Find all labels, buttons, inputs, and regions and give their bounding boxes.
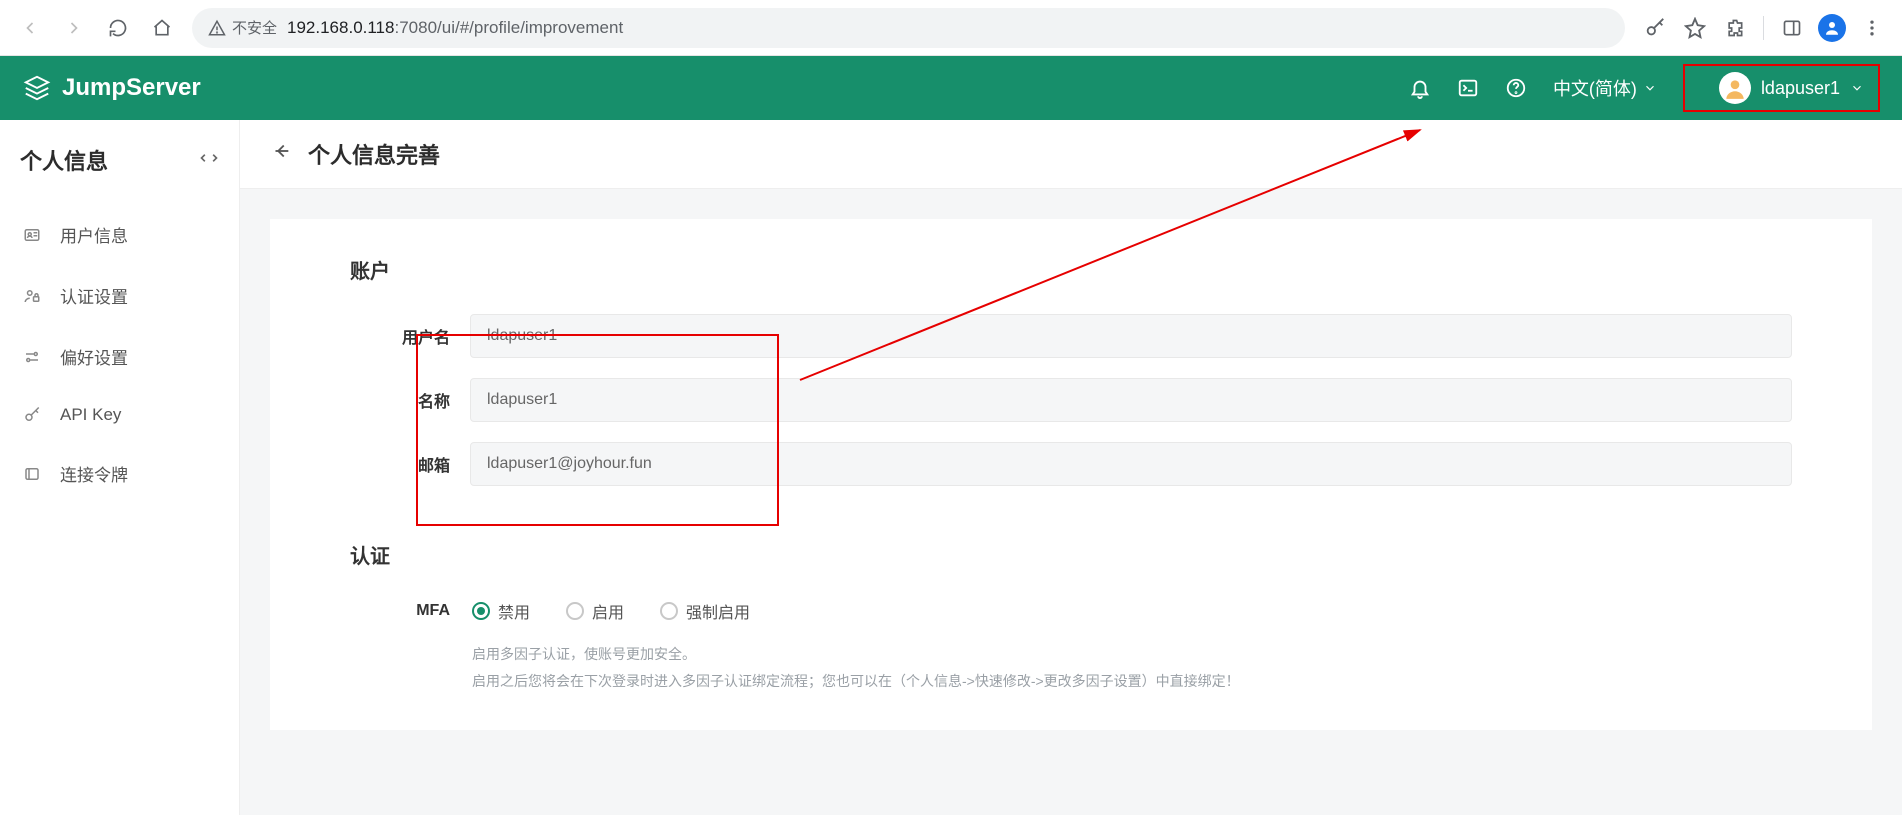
sidebar-item-label: 用户信息 — [60, 222, 128, 247]
app-logo[interactable]: JumpServer — [22, 73, 201, 103]
browser-toolbar: 不安全 192.168.0.118:7080/ui/#/profile/impr… — [0, 0, 1902, 56]
field-label-mfa: MFA — [350, 602, 450, 620]
mfa-radio-group: 禁用 启用 强制启用 — [470, 599, 750, 623]
sidebar-item-api-key[interactable]: API Key — [0, 387, 239, 443]
page-title: 个人信息完善 — [308, 138, 440, 170]
sidebar-toggle-icon[interactable] — [199, 148, 219, 173]
chevron-down-icon — [1850, 81, 1864, 95]
main-content: 个人信息完善 账户 用户名 名称 邮箱 认证 — [240, 120, 1902, 815]
section-account-title: 账户 — [350, 255, 1792, 284]
language-selector[interactable]: 中文(简体) — [1553, 75, 1657, 101]
username-input[interactable] — [470, 314, 1792, 358]
extensions-icon[interactable] — [1717, 10, 1753, 46]
id-card-icon — [22, 225, 42, 245]
name-input[interactable] — [470, 378, 1792, 422]
sidebar-item-user-info[interactable]: 用户信息 — [0, 204, 239, 265]
mfa-option-force[interactable]: 强制启用 — [660, 599, 750, 623]
user-lock-icon — [22, 286, 42, 306]
toolbar-separator — [1763, 16, 1764, 40]
field-label-username: 用户名 — [350, 324, 450, 348]
mfa-hint: 启用多因子认证，使账号更加安全。 启用之后您将会在下次登录时进入多因子认证绑定流… — [350, 641, 1792, 694]
form-panel: 账户 用户名 名称 邮箱 认证 MFA — [270, 219, 1872, 730]
sidebar-title: 个人信息 — [20, 144, 108, 176]
side-panel-icon[interactable] — [1774, 10, 1810, 46]
ticket-icon — [22, 464, 42, 484]
user-menu[interactable]: ldapuser1 — [1711, 68, 1872, 108]
sidebar-item-label: 认证设置 — [60, 283, 128, 308]
sidebar-item-label: 偏好设置 — [60, 344, 128, 369]
browser-home-button[interactable] — [144, 10, 180, 46]
sidebar-item-auth-settings[interactable]: 认证设置 — [0, 265, 239, 326]
notification-bell-icon[interactable] — [1409, 77, 1431, 99]
mfa-option-disable[interactable]: 禁用 — [472, 599, 530, 623]
url-text: 192.168.0.118:7080/ui/#/profile/improvem… — [287, 18, 623, 38]
annotation-highlight-box — [416, 334, 779, 526]
browser-reload-button[interactable] — [100, 10, 136, 46]
key-icon — [22, 405, 42, 425]
logo-icon — [22, 73, 52, 103]
page-header: 个人信息完善 — [240, 120, 1902, 189]
browser-back-button[interactable] — [12, 10, 48, 46]
header-username: ldapuser1 — [1761, 78, 1840, 99]
terminal-icon[interactable] — [1457, 77, 1479, 99]
sidebar: 个人信息 用户信息 认证设置 偏好设置 API Key — [0, 120, 240, 815]
bookmark-star-icon[interactable] — [1677, 10, 1713, 46]
sliders-icon — [22, 347, 42, 367]
back-button[interactable] — [270, 140, 292, 168]
field-label-email: 邮箱 — [350, 452, 450, 476]
password-key-icon[interactable] — [1637, 10, 1673, 46]
browser-url-bar[interactable]: 不安全 192.168.0.118:7080/ui/#/profile/impr… — [192, 8, 1625, 48]
language-label: 中文(简体) — [1553, 75, 1637, 101]
browser-profile-avatar[interactable] — [1814, 10, 1850, 46]
sidebar-item-connect-token[interactable]: 连接令牌 — [0, 443, 239, 504]
insecure-warning: 不安全 — [208, 17, 277, 38]
app-header: JumpServer 中文(简体) ldapuser1 — [0, 56, 1902, 120]
browser-menu-icon[interactable] — [1854, 10, 1890, 46]
sidebar-item-preferences[interactable]: 偏好设置 — [0, 326, 239, 387]
chevron-down-icon — [1643, 81, 1657, 95]
mfa-option-enable[interactable]: 启用 — [566, 599, 624, 623]
help-icon[interactable] — [1505, 77, 1527, 99]
section-auth-title: 认证 — [350, 540, 1792, 569]
field-label-name: 名称 — [350, 388, 450, 412]
brand-text: JumpServer — [62, 74, 201, 102]
sidebar-item-label: API Key — [60, 405, 121, 425]
email-input[interactable] — [470, 442, 1792, 486]
insecure-label: 不安全 — [232, 17, 277, 38]
sidebar-item-label: 连接令牌 — [60, 461, 128, 486]
avatar — [1719, 72, 1751, 104]
browser-forward-button[interactable] — [56, 10, 92, 46]
